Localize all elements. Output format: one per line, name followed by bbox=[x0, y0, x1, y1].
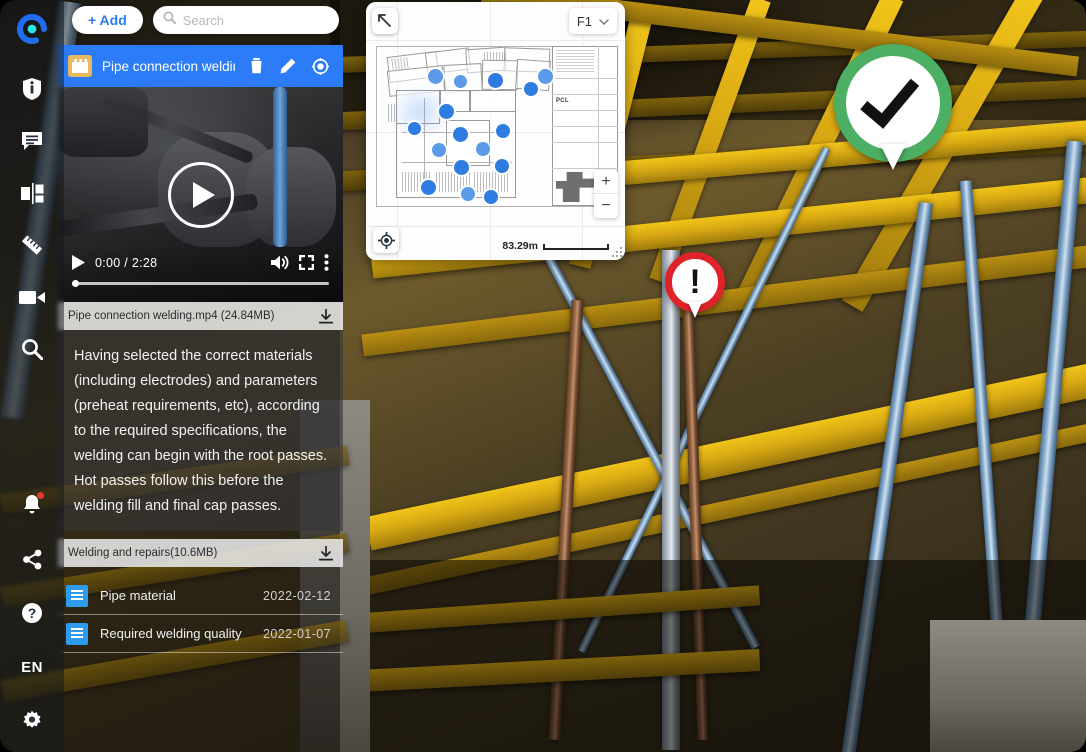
zoom-controls: + − bbox=[594, 170, 618, 218]
chevron-down-icon bbox=[599, 14, 609, 29]
locate-button[interactable] bbox=[309, 55, 331, 77]
floorplan-marker-dot[interactable] bbox=[495, 159, 509, 173]
document-icon bbox=[66, 622, 88, 645]
search-icon bbox=[163, 11, 176, 29]
document-date: 2022-01-07 bbox=[263, 626, 331, 641]
notification-badge bbox=[37, 492, 44, 499]
floorplan-marker-dot[interactable] bbox=[428, 69, 443, 84]
floorplan-marker-dot[interactable] bbox=[488, 73, 503, 88]
top-toolbar: + Add bbox=[72, 6, 339, 34]
language-icon[interactable]: EN bbox=[15, 652, 49, 682]
more-options-icon[interactable] bbox=[324, 254, 329, 271]
floorplan-marker-dot[interactable] bbox=[432, 143, 446, 157]
ruler-icon[interactable] bbox=[15, 230, 49, 260]
bell-icon[interactable] bbox=[15, 490, 49, 520]
floorplan-marker-dot[interactable] bbox=[524, 82, 538, 96]
search-input[interactable] bbox=[182, 12, 329, 28]
list-item[interactable]: Required welding quality 2022-01-07 bbox=[58, 615, 343, 653]
floorplan-marker-dot[interactable] bbox=[453, 127, 468, 142]
floorplan-marker-dot[interactable] bbox=[421, 180, 436, 195]
marker-tail bbox=[688, 302, 702, 318]
check-icon bbox=[860, 66, 920, 129]
scale-label: 83.29m bbox=[502, 240, 538, 252]
app-logo[interactable] bbox=[9, 6, 55, 52]
sidebar-bottom-group: ? EN bbox=[15, 490, 49, 736]
delete-button[interactable] bbox=[245, 55, 267, 77]
document-icon bbox=[66, 584, 88, 607]
search-box[interactable] bbox=[152, 6, 339, 34]
floor-selector-value: F1 bbox=[576, 13, 592, 29]
status-marker-approved[interactable] bbox=[834, 44, 952, 170]
document-name: Pipe material bbox=[100, 588, 176, 603]
scale-bar-graphic bbox=[543, 244, 609, 250]
play-button[interactable] bbox=[72, 255, 85, 270]
panel-title: Pipe connection welding bbox=[102, 58, 235, 74]
floorplan-marker-dot[interactable] bbox=[408, 122, 421, 135]
share-icon[interactable] bbox=[15, 544, 49, 574]
marker-tail bbox=[880, 144, 906, 170]
app-root: ? EN + Add Pipe connection welding bbox=[0, 0, 1086, 752]
video-progress-bar[interactable] bbox=[72, 280, 329, 287]
attachment-file-row[interactable]: Welding and repairs(10.6MB) bbox=[58, 539, 343, 567]
folder-icon bbox=[68, 55, 92, 77]
floorplan-marker-dot[interactable] bbox=[496, 124, 510, 138]
expand-icon[interactable] bbox=[372, 8, 398, 34]
info-icon[interactable] bbox=[15, 74, 49, 104]
panel-header: Pipe connection welding bbox=[58, 45, 343, 87]
floorplan-marker-dot[interactable] bbox=[454, 75, 467, 88]
floorplan-marker-dot[interactable] bbox=[476, 142, 490, 156]
add-button[interactable]: + Add bbox=[72, 6, 143, 34]
scale-bar: 83.29m bbox=[502, 240, 609, 252]
floorplan-marker-dot[interactable] bbox=[538, 69, 553, 84]
document-name: Required welding quality bbox=[100, 626, 242, 641]
description-text: Having selected the correct materials (i… bbox=[58, 330, 343, 531]
video-controls: 0:00 / 2:28 bbox=[58, 246, 343, 302]
compare-icon[interactable] bbox=[15, 178, 49, 208]
search-icon[interactable] bbox=[15, 334, 49, 364]
detail-panel: Pipe connection welding 0:00 / 2:28 Pipe… bbox=[58, 45, 343, 653]
play-overlay-button[interactable] bbox=[167, 161, 234, 228]
zoom-out-button[interactable]: − bbox=[594, 194, 618, 218]
list-item[interactable]: Pipe material 2022-02-12 bbox=[58, 577, 343, 615]
attachment-file-name: Welding and repairs(10.6MB) bbox=[68, 547, 218, 559]
volume-icon[interactable] bbox=[271, 255, 289, 270]
video-file-name: Pipe connection welding.mp4 (24.84MB) bbox=[68, 310, 275, 322]
video-time: 0:00 / 2:28 bbox=[95, 255, 158, 270]
sidebar-top-group bbox=[15, 74, 49, 364]
left-sidebar: ? EN bbox=[0, 0, 64, 752]
video-player[interactable]: 0:00 / 2:28 bbox=[58, 87, 343, 302]
locate-icon[interactable] bbox=[373, 227, 399, 253]
floor-selector[interactable]: F1 bbox=[568, 8, 617, 34]
gear-icon[interactable] bbox=[15, 706, 49, 736]
comment-icon[interactable] bbox=[15, 126, 49, 156]
exclamation-icon: ! bbox=[689, 263, 701, 301]
help-icon[interactable]: ? bbox=[15, 598, 49, 628]
edit-button[interactable] bbox=[277, 55, 299, 77]
fullscreen-icon[interactable] bbox=[299, 255, 314, 270]
download-icon[interactable] bbox=[319, 308, 333, 324]
floorplan-marker-dot[interactable] bbox=[461, 187, 475, 201]
status-marker-issue[interactable]: ! bbox=[665, 252, 725, 318]
floorplan-canvas[interactable]: PCL bbox=[366, 2, 625, 260]
resize-handle[interactable] bbox=[610, 245, 622, 257]
download-icon[interactable] bbox=[319, 545, 333, 561]
floorplan-marker-dot[interactable] bbox=[454, 160, 469, 175]
video-file-row[interactable]: Pipe connection welding.mp4 (24.84MB) bbox=[58, 302, 343, 330]
video-icon[interactable] bbox=[15, 282, 49, 312]
floorplan-marker-dot[interactable] bbox=[439, 104, 454, 119]
zoom-in-button[interactable]: + bbox=[594, 170, 618, 194]
floorplan-marker-dot[interactable] bbox=[484, 190, 498, 204]
svg-text:?: ? bbox=[28, 605, 37, 621]
floorplan-minimap[interactable]: PCL F1 + − 83.29m bbox=[366, 2, 625, 260]
document-date: 2022-02-12 bbox=[263, 588, 331, 603]
document-list: Pipe material 2022-02-12 Required weldin… bbox=[58, 577, 343, 653]
